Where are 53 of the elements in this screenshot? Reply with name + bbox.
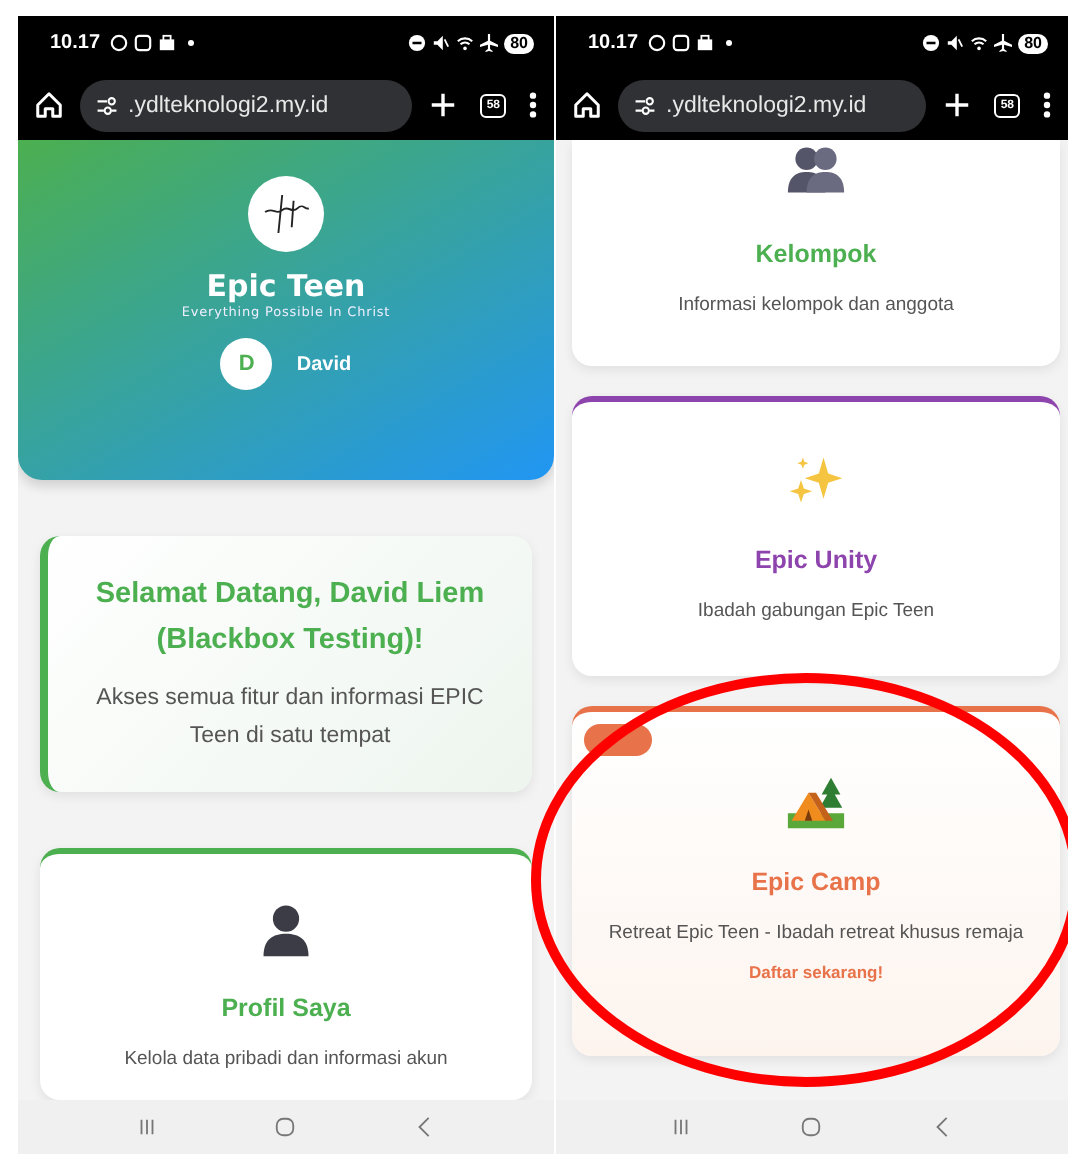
- menu-card[interactable]: Epic Unity Ibadah gabungan Epic Teen: [572, 396, 1060, 676]
- do-not-disturb-icon: [408, 34, 427, 52]
- url-text: .ydlteknologi2.my.id: [128, 93, 329, 117]
- user-name: David: [296, 353, 352, 375]
- screenshot-icon: [134, 34, 153, 52]
- dot-icon: [188, 40, 195, 46]
- home-button-icon[interactable]: [800, 1116, 823, 1138]
- card-description: Informasi kelompok dan anggota: [678, 292, 954, 320]
- card-title: Kelompok: [755, 240, 877, 268]
- plus-icon[interactable]: [942, 90, 973, 120]
- card-description: Retreat Epic Teen - Ibadah retreat khusus remaja: [608, 920, 1024, 948]
- battery-level: 80: [1018, 33, 1048, 53]
- status-time: 10.17: [50, 32, 101, 54]
- card-title: Epic Unity: [754, 546, 878, 574]
- screenshot-icon: [672, 34, 691, 52]
- airplane-icon: [994, 34, 1013, 52]
- mute-icon: [432, 34, 451, 52]
- url-text: .ydlteknologi2.my.id: [666, 93, 867, 117]
- card-description: Kelola data pribadi dan informasi akun: [124, 1046, 448, 1074]
- menu-card[interactable]: Profil Saya Kelola data pribadi dan informasi akun: [40, 848, 532, 1100]
- site-settings-icon[interactable]: [634, 95, 656, 115]
- welcome-title: Selamat Datang, David Liem (Blackbox Testing)!: [93, 576, 487, 660]
- airplane-icon: [480, 34, 499, 52]
- wifi-icon: [970, 34, 989, 52]
- address-bar[interactable]: .ydlteknologi2.my.id: [80, 79, 413, 131]
- address-bar[interactable]: .ydlteknologi2.my.id: [618, 79, 927, 131]
- card-description: Ibadah gabungan Epic Teen: [697, 598, 935, 626]
- site-settings-icon[interactable]: [96, 95, 118, 115]
- home-icon[interactable]: [34, 90, 64, 120]
- menu-icon[interactable]: [528, 90, 538, 120]
- chat-icon: [648, 34, 667, 52]
- menu-card[interactable]: Epic Camp Retreat Epic Teen - Ibadah retreat khusus remaja Daftar sekarang!: [572, 706, 1060, 1056]
- do-not-disturb-icon: [922, 34, 941, 52]
- menu-icon[interactable]: [1042, 90, 1052, 120]
- menu-card[interactable]: Kelompok Informasi kelompok dan anggota: [572, 140, 1060, 366]
- plus-icon[interactable]: [428, 90, 459, 120]
- welcome-text: Akses semua fitur dan informasi EPIC Teen di satu tempat: [94, 684, 486, 752]
- mute-icon: [946, 34, 965, 52]
- recent-apps-icon[interactable]: [670, 1116, 693, 1138]
- status-time: 10.17: [588, 32, 639, 54]
- dot-icon: [726, 40, 733, 46]
- chat-icon: [110, 34, 129, 52]
- card-title: Profil Saya: [221, 994, 351, 1022]
- home-icon[interactable]: [572, 90, 602, 120]
- bag-icon: [696, 34, 715, 52]
- recent-apps-icon[interactable]: [136, 1116, 159, 1138]
- app-title: Epic Teen: [206, 268, 366, 304]
- home-button-icon[interactable]: [274, 1116, 297, 1138]
- battery-level: 80: [504, 33, 534, 53]
- card-title: Epic Camp: [751, 868, 881, 896]
- wifi-icon: [456, 34, 475, 52]
- logo-icon: [248, 176, 324, 252]
- bag-icon: [158, 34, 177, 52]
